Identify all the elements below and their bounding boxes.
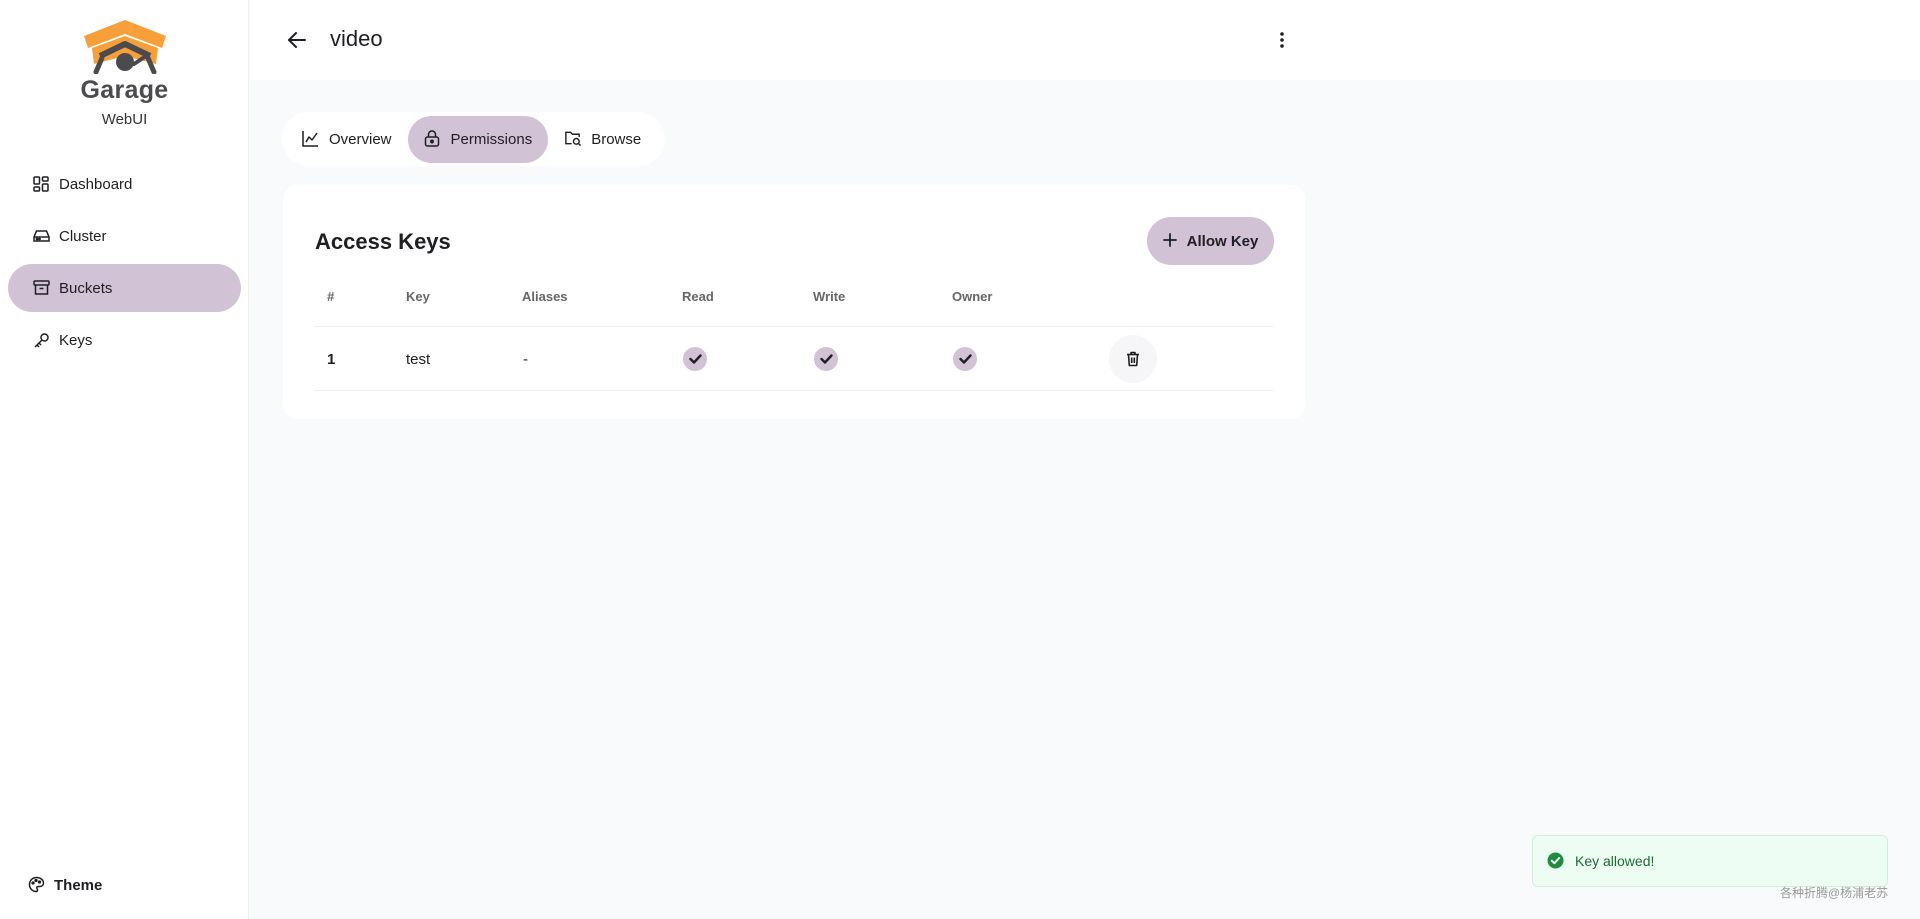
bucket-tabs: Overview Permissions Browse: [282, 112, 665, 166]
sidebar-nav: Dashboard Cluster Buckets Keys: [8, 160, 241, 368]
allow-key-button[interactable]: Allow Key: [1147, 217, 1274, 265]
sidebar-item-cluster[interactable]: Cluster: [8, 212, 241, 260]
tab-browse[interactable]: Browse: [548, 116, 657, 163]
owner-permission-checkbox[interactable]: [953, 347, 977, 371]
trash-icon: [1127, 351, 1139, 367]
write-permission-cell: [814, 327, 838, 391]
row-key-name: test: [406, 350, 431, 368]
sidebar-item-dashboard[interactable]: Dashboard: [8, 160, 241, 208]
tab-overview[interactable]: Overview: [286, 116, 408, 163]
theme-toggle[interactable]: Theme: [28, 876, 102, 894]
sidebar: Garage WebUI Dashboard Cluster Buckets K…: [0, 0, 249, 919]
write-permission-checkbox[interactable]: [814, 347, 838, 371]
theme-label: Theme: [54, 876, 103, 894]
row-actions: [1109, 327, 1157, 391]
hard-drive-icon: [32, 227, 50, 245]
watermark: 各种折腾@杨浦老苏: [1780, 886, 1889, 900]
check-icon: [688, 354, 702, 364]
success-toast: Key allowed!: [1532, 835, 1888, 887]
allow-key-label: Allow Key: [1186, 232, 1259, 250]
page-title: video: [330, 26, 383, 51]
row-aliases: -: [523, 350, 528, 368]
tab-permissions[interactable]: Permissions: [407, 115, 549, 163]
delete-key-button[interactable]: [1109, 335, 1157, 383]
column-header-aliases: Aliases: [522, 289, 568, 304]
read-permission-cell: [683, 327, 707, 391]
owner-permission-cell: [953, 327, 977, 391]
sidebar-item-buckets[interactable]: Buckets: [8, 264, 241, 312]
archive-icon: [32, 279, 50, 297]
sidebar-item-label: Dashboard: [59, 175, 133, 193]
brand: Garage WebUI: [0, 18, 249, 128]
column-header-index: #: [327, 289, 335, 304]
column-header-write: Write: [813, 289, 846, 304]
app-root: Garage WebUI Dashboard Cluster Buckets K…: [0, 0, 1920, 919]
check-icon: [958, 354, 972, 364]
chart-icon: [302, 130, 320, 148]
tab-label: Overview: [329, 130, 392, 148]
tab-label: Browse: [591, 130, 642, 148]
table-row: 1 test -: [315, 327, 1273, 391]
access-keys-card: Access Keys Allow Key # Key Aliases Read…: [283, 185, 1305, 419]
back-button[interactable]: [284, 27, 310, 53]
check-circle-icon: [1547, 852, 1565, 870]
sidebar-item-label: Keys: [59, 331, 93, 349]
page-header: video: [250, 0, 1920, 80]
table-header: # Key Aliases Read Write Owner: [315, 289, 1273, 327]
toast-message: Key allowed!: [1575, 853, 1655, 869]
more-vertical-icon: [1280, 32, 1284, 48]
column-header-key: Key: [406, 289, 430, 304]
folder-search-icon: [564, 130, 582, 148]
garage-logo-icon: [83, 20, 166, 74]
arrow-left-icon: [288, 32, 306, 48]
lock-icon: [424, 130, 442, 148]
tab-label: Permissions: [450, 130, 533, 148]
more-menu-button[interactable]: [1270, 27, 1294, 53]
brand-subtitle: WebUI: [101, 111, 148, 128]
key-icon: [32, 331, 50, 349]
sidebar-item-label: Buckets: [59, 279, 113, 297]
card-title: Access Keys: [315, 229, 451, 254]
column-header-read: Read: [682, 289, 714, 304]
sidebar-item-label: Cluster: [59, 227, 107, 245]
plus-icon: [1162, 233, 1179, 249]
read-permission-checkbox[interactable]: [683, 347, 707, 371]
palette-icon: [28, 876, 46, 894]
check-icon: [819, 354, 833, 364]
dashboard-icon: [32, 175, 50, 193]
column-header-owner: Owner: [952, 289, 993, 304]
brand-name: Garage: [80, 76, 169, 104]
row-index: 1: [327, 350, 336, 368]
sidebar-item-keys[interactable]: Keys: [8, 316, 241, 364]
